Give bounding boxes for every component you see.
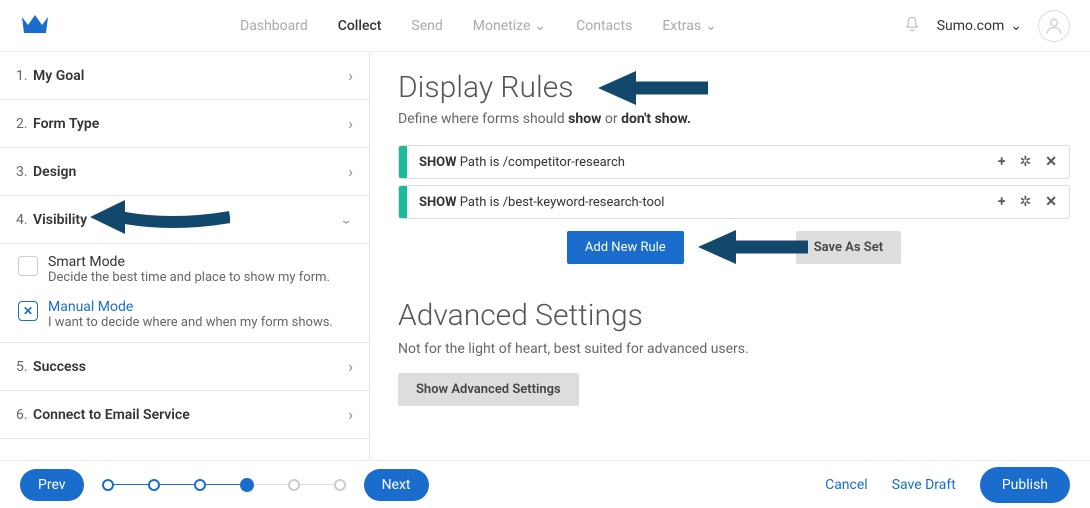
avatar[interactable] bbox=[1038, 10, 1070, 42]
save-as-set-button[interactable]: Save As Set bbox=[796, 231, 901, 264]
gear-icon[interactable]: ✲ bbox=[1020, 194, 1032, 210]
nav-extras[interactable]: Extras ⌄ bbox=[662, 18, 717, 34]
manual-mode-title: Manual Mode bbox=[48, 299, 333, 315]
rule-row[interactable]: SHOW Path is /best-keyword-research-tool… bbox=[398, 185, 1070, 219]
show-advanced-button[interactable]: Show Advanced Settings bbox=[398, 373, 579, 406]
checkbox-unchecked-icon[interactable] bbox=[18, 256, 38, 276]
wizard-footer: Prev Next Cancel Save Draft Publish bbox=[0, 460, 1090, 508]
add-icon[interactable]: + bbox=[998, 194, 1006, 210]
chevron-right-icon: › bbox=[348, 357, 353, 376]
step-dot[interactable] bbox=[148, 479, 160, 491]
main-nav: Dashboard Collect Send Monetize ⌄ Contac… bbox=[240, 18, 717, 34]
rule-color-indicator bbox=[399, 186, 407, 218]
nav-dashboard[interactable]: Dashboard bbox=[240, 18, 308, 34]
step-dot-active[interactable] bbox=[240, 478, 254, 492]
step-dot[interactable] bbox=[288, 479, 300, 491]
content-panel: Display Rules Define where forms should … bbox=[370, 52, 1090, 460]
nav-send[interactable]: Send bbox=[411, 18, 442, 34]
smart-mode-desc: Decide the best time and place to show m… bbox=[48, 270, 330, 285]
notifications-bell-icon[interactable] bbox=[903, 15, 921, 37]
nav-contacts[interactable]: Contacts bbox=[576, 18, 632, 34]
close-icon[interactable]: ✕ bbox=[1045, 194, 1057, 210]
smart-mode-title: Smart Mode bbox=[48, 254, 330, 270]
smart-mode-option[interactable]: Smart Mode Decide the best time and plac… bbox=[0, 244, 369, 289]
step-success[interactable]: 5. Success › bbox=[0, 343, 369, 391]
chevron-right-icon: › bbox=[348, 114, 353, 133]
step-dot[interactable] bbox=[194, 479, 206, 491]
chevron-right-icon: › bbox=[348, 66, 353, 85]
step-dot[interactable] bbox=[334, 479, 346, 491]
logo-crown-icon[interactable] bbox=[20, 13, 50, 39]
chevron-down-icon: ⌄ bbox=[534, 18, 546, 34]
step-my-goal[interactable]: 1. My Goal › bbox=[0, 52, 369, 100]
add-new-rule-button[interactable]: Add New Rule bbox=[567, 231, 684, 264]
annotation-arrow-icon bbox=[90, 192, 230, 242]
cancel-button[interactable]: Cancel bbox=[825, 477, 868, 493]
nav-monetize[interactable]: Monetize ⌄ bbox=[473, 18, 546, 34]
rule-color-indicator bbox=[399, 146, 407, 178]
close-icon[interactable]: ✕ bbox=[1045, 154, 1057, 170]
step-connect-email[interactable]: 6. Connect to Email Service › bbox=[0, 391, 369, 439]
publish-button[interactable]: Publish bbox=[980, 467, 1070, 503]
page-title: Display Rules bbox=[398, 70, 1070, 105]
chevron-down-icon: ⌄ bbox=[1010, 18, 1022, 34]
add-icon[interactable]: + bbox=[998, 154, 1006, 170]
annotation-arrow-icon bbox=[698, 225, 808, 269]
step-dot[interactable] bbox=[102, 479, 114, 491]
page-subtitle: Define where forms should show or don't … bbox=[398, 111, 1070, 127]
rule-row[interactable]: SHOW Path is /competitor-research + ✲ ✕ bbox=[398, 145, 1070, 179]
step-visibility[interactable]: 4. Visibility ⌄ bbox=[0, 196, 369, 244]
next-button[interactable]: Next bbox=[364, 469, 429, 501]
account-dropdown[interactable]: Sumo.com ⌄ bbox=[937, 18, 1022, 34]
prev-button[interactable]: Prev bbox=[20, 469, 84, 501]
gear-icon[interactable]: ✲ bbox=[1020, 154, 1032, 170]
top-header: Dashboard Collect Send Monetize ⌄ Contac… bbox=[0, 0, 1090, 52]
progress-stepper bbox=[102, 478, 346, 492]
step-form-type[interactable]: 2. Form Type › bbox=[0, 100, 369, 148]
step-design[interactable]: 3. Design › bbox=[0, 148, 369, 196]
advanced-subtitle: Not for the light of heart, best suited … bbox=[398, 341, 1070, 357]
nav-collect[interactable]: Collect bbox=[338, 18, 382, 34]
chevron-down-icon: ⌄ bbox=[340, 213, 353, 226]
manual-mode-desc: I want to decide where and when my form … bbox=[48, 315, 333, 330]
rule-text: SHOW Path is /best-keyword-research-tool bbox=[407, 195, 986, 210]
step-sidebar: 1. My Goal › 2. Form Type › 3. Design › … bbox=[0, 52, 370, 460]
checkbox-checked-icon[interactable] bbox=[18, 301, 38, 321]
chevron-right-icon: › bbox=[348, 405, 353, 424]
chevron-right-icon: › bbox=[348, 162, 353, 181]
save-draft-button[interactable]: Save Draft bbox=[892, 477, 956, 493]
chevron-down-icon: ⌄ bbox=[705, 18, 717, 34]
advanced-title: Advanced Settings bbox=[398, 298, 1070, 333]
rule-text: SHOW Path is /competitor-research bbox=[407, 155, 986, 170]
manual-mode-option[interactable]: Manual Mode I want to decide where and w… bbox=[0, 289, 369, 334]
visibility-modes: Smart Mode Decide the best time and plac… bbox=[0, 244, 369, 343]
